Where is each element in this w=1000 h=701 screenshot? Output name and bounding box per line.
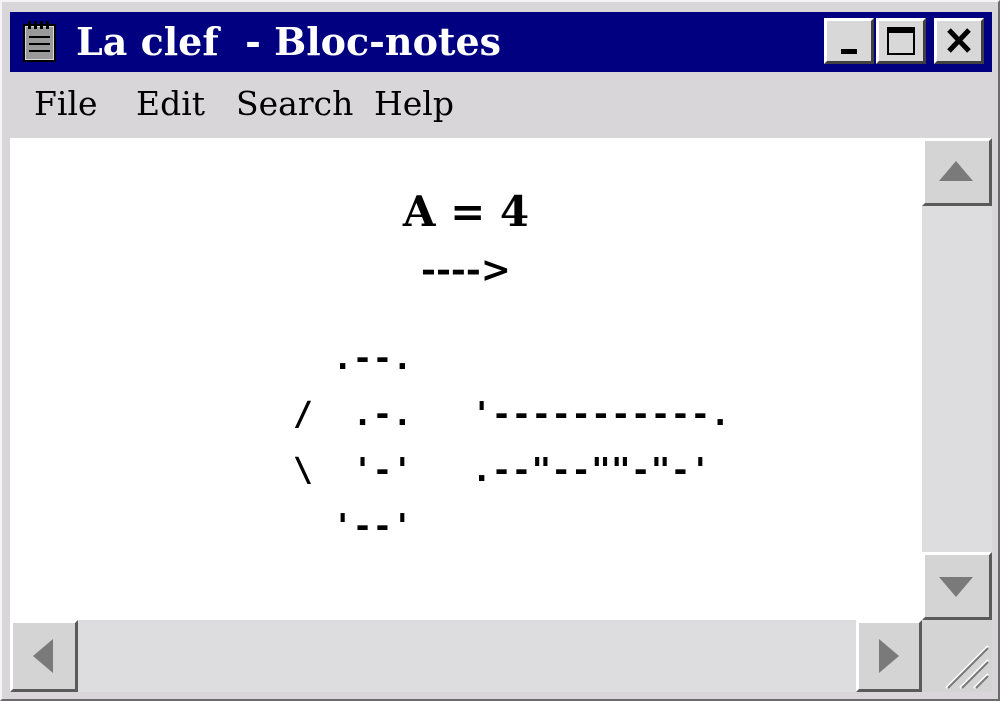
menu-help[interactable]: Help	[374, 82, 454, 126]
vertical-scrollbar[interactable]	[922, 138, 992, 620]
arrow-right-icon	[879, 639, 899, 673]
menu-edit[interactable]: Edit	[136, 82, 205, 126]
text-line-arrow: ---->	[421, 249, 511, 291]
horizontal-scrollbar[interactable]	[10, 620, 922, 692]
client-area: A = 4 ----> .--. / .-. '-----------. \ '…	[10, 138, 992, 692]
key-ascii-art: .--. / .-. '-----------. \ '-' .--"--""-…	[293, 330, 730, 554]
art-line: .--.	[293, 338, 413, 377]
art-line: \ '-' .--"--""-"-'	[293, 450, 711, 489]
resize-grip-icon	[945, 645, 989, 689]
notepad-window: La clef - Bloc-notes File Edit Search He…	[0, 0, 1000, 701]
minimize-icon	[841, 49, 857, 54]
scroll-right-button[interactable]	[856, 620, 922, 692]
close-icon	[947, 28, 971, 53]
arrow-up-icon	[939, 161, 973, 181]
title-bar[interactable]: La clef - Bloc-notes	[10, 12, 992, 72]
text-line-equation: A = 4	[402, 187, 530, 236]
scroll-left-button[interactable]	[10, 620, 78, 692]
size-grip[interactable]	[922, 620, 992, 692]
scroll-up-button[interactable]	[922, 138, 992, 206]
close-button[interactable]	[934, 18, 984, 64]
text-editor[interactable]: A = 4 ----> .--. / .-. '-----------. \ '…	[10, 138, 922, 620]
minimize-button[interactable]	[824, 18, 874, 64]
arrow-down-icon	[939, 577, 973, 597]
scroll-down-button[interactable]	[922, 552, 992, 620]
notepad-icon	[23, 21, 56, 62]
menu-bar: File Edit Search Help	[10, 74, 992, 136]
maximize-icon	[887, 27, 915, 55]
arrow-left-icon	[33, 639, 53, 673]
menu-search[interactable]: Search	[236, 82, 353, 126]
art-line: '--'	[293, 506, 413, 545]
window-title: La clef - Bloc-notes	[76, 19, 502, 64]
maximize-button[interactable]	[876, 18, 926, 64]
menu-file[interactable]: File	[34, 82, 98, 126]
art-line: / .-. '-----------.	[293, 394, 731, 433]
